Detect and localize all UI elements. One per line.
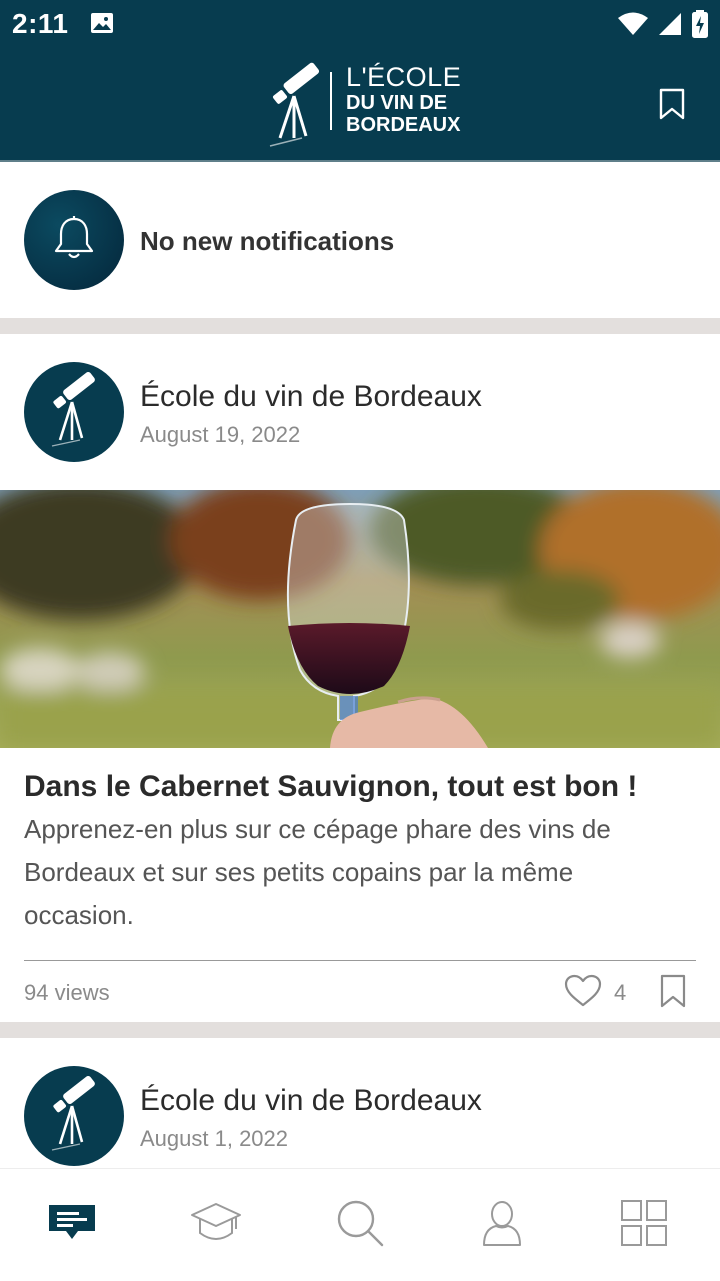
bell-icon <box>52 215 96 266</box>
nav-search-tab[interactable] <box>330 1197 390 1253</box>
nav-profile-tab[interactable] <box>472 1197 532 1253</box>
status-icons <box>618 10 708 43</box>
status-bar: 2:11 <box>0 0 720 50</box>
telescope-icon <box>268 58 326 155</box>
post-card[interactable]: École du vin de Bordeaux August 1, 2022 <box>0 1038 720 1168</box>
battery-charging-icon <box>692 10 708 43</box>
post-author-name[interactable]: École du vin de Bordeaux <box>140 1084 482 1118</box>
bookmark-icon <box>658 88 686 124</box>
logo-line-3: BORDEAUX <box>346 114 461 136</box>
nav-more-tab[interactable] <box>614 1197 674 1253</box>
bookmark-icon <box>660 974 686 1012</box>
telescope-icon <box>48 370 100 455</box>
telescope-icon <box>48 1074 100 1159</box>
section-separator <box>0 318 720 334</box>
app-header: L'ÉCOLE DU VIN DE BORDEAUX <box>0 50 720 162</box>
notifications-status-text: No new notifications <box>140 226 395 256</box>
grid-icon <box>620 1199 668 1252</box>
logo-line-2: DU VIN DE <box>346 92 448 114</box>
school-logo[interactable]: L'ÉCOLE DU VIN DE BORDEAUX <box>268 56 462 155</box>
nav-courses-tab[interactable] <box>186 1197 246 1253</box>
post-author-name[interactable]: École du vin de Bordeaux <box>140 380 482 414</box>
graduation-cap-icon <box>190 1201 242 1250</box>
image-icon <box>90 12 114 39</box>
cell-signal-icon <box>658 12 682 41</box>
post-bookmark-button[interactable] <box>660 974 686 1008</box>
post-date: August 19, 2022 <box>140 422 301 447</box>
post-title[interactable]: Dans le Cabernet Sauvignon, tout est bon… <box>24 770 637 804</box>
post-divider <box>24 960 696 961</box>
user-icon <box>482 1199 522 1252</box>
logo-text: L'ÉCOLE DU VIN DE BORDEAUX <box>346 62 462 136</box>
post-card[interactable]: École du vin de Bordeaux August 19, 2022 <box>0 334 720 1022</box>
post-views-count: 94 views <box>24 980 110 1005</box>
like-button[interactable] <box>564 974 602 1008</box>
section-separator <box>0 1022 720 1038</box>
message-icon <box>47 1203 97 1248</box>
heart-icon <box>564 974 602 1012</box>
post-author-avatar[interactable] <box>24 362 124 462</box>
post-excerpt: Apprenez-en plus sur ce cépage phare des… <box>24 814 611 930</box>
bookmarks-button[interactable] <box>658 88 686 120</box>
wine-glass-photo <box>0 490 720 748</box>
bottom-navigation <box>0 1168 720 1281</box>
post-date: August 1, 2022 <box>140 1126 289 1151</box>
notifications-avatar <box>24 190 124 290</box>
post-image[interactable] <box>0 490 720 748</box>
wifi-icon <box>618 12 648 41</box>
status-time: 2:11 <box>12 8 69 39</box>
logo-divider <box>330 72 332 130</box>
search-icon <box>335 1198 385 1253</box>
logo-line-1: L'ÉCOLE <box>346 62 462 92</box>
like-count: 4 <box>614 980 627 1005</box>
notifications-card[interactable]: No new notifications <box>0 162 720 318</box>
post-author-avatar[interactable] <box>24 1066 124 1166</box>
nav-feed-tab[interactable] <box>42 1197 102 1253</box>
